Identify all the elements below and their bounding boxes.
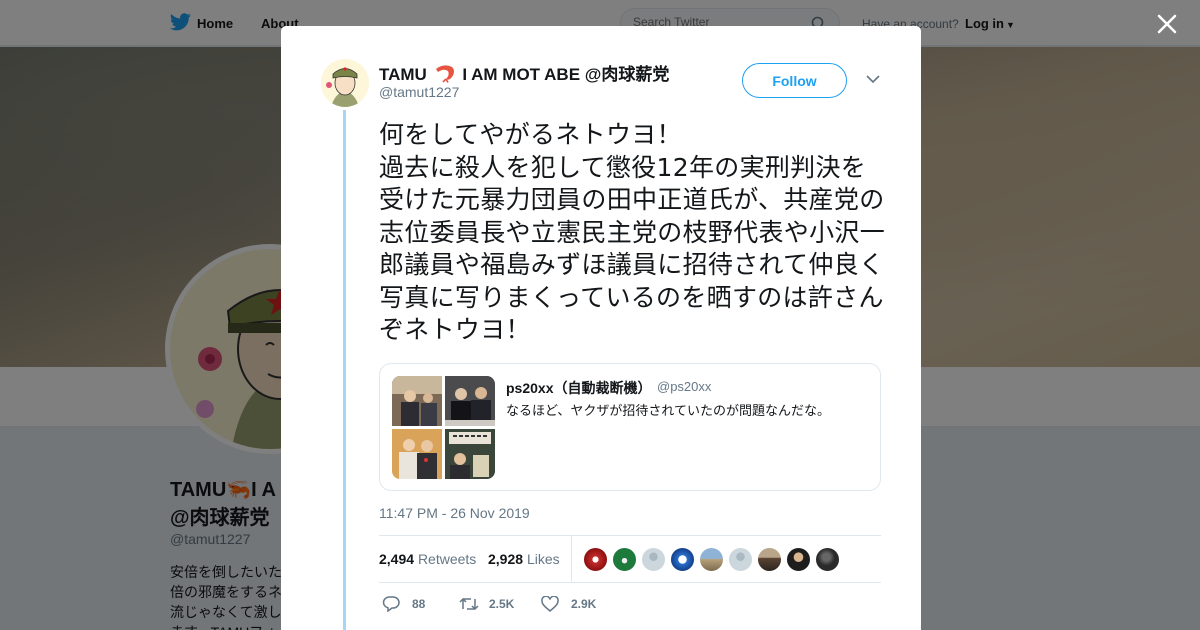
author-handle[interactable]: @tamut1227 [379, 84, 459, 100]
thread-line [343, 110, 346, 630]
avatar[interactable] [786, 547, 811, 572]
quoted-tweet-media[interactable] [392, 376, 495, 479]
likes-label[interactable]: Likes [527, 551, 560, 567]
stats-divider [571, 536, 572, 582]
avatar[interactable] [757, 547, 782, 572]
shrimp-icon [435, 65, 454, 83]
author-name-suffix[interactable]: I AM MOT ABE @肉球薪党 [462, 65, 669, 84]
tweet-modal: TAMU I AM MOT ABE @肉球薪党 @tamut1227 Follo… [281, 26, 921, 630]
author-avatar-illustration [321, 59, 369, 107]
avatar[interactable] [583, 547, 608, 572]
avatar[interactable] [641, 547, 666, 572]
likes-count[interactable]: 2,928 [488, 551, 523, 567]
likes-stat[interactable]: 2,928 Likes [488, 551, 560, 567]
author-name-prefix[interactable]: TAMU [379, 65, 427, 84]
quoted-author-name[interactable]: ps20xx（自動裁断機） [506, 378, 651, 398]
retweet-icon [459, 597, 479, 611]
like-count[interactable]: 2.9K [571, 597, 596, 611]
author-name[interactable]: TAMU I AM MOT ABE @肉球薪党 [379, 60, 669, 85]
tweet-text: 何をしてやがるネトウヨ！ 過去に殺人を犯して懲役12年の実刑判決を受けた元暴力団… [379, 120, 886, 344]
avatar[interactable] [728, 547, 753, 572]
quoted-author-handle[interactable]: @ps20xx [657, 379, 711, 394]
tweet-stats: 2,494 Retweets 2,928 Likes [379, 535, 881, 583]
avatar[interactable] [815, 547, 840, 572]
tweet-actions: 88 2.5K 2.9K [379, 594, 779, 618]
heart-icon [541, 596, 559, 612]
avatar[interactable] [670, 547, 695, 572]
avatar[interactable] [612, 547, 637, 572]
reply-count[interactable]: 88 [412, 597, 425, 611]
chevron-down-icon[interactable] [866, 74, 880, 84]
quoted-tweet-text: なるほど、ヤクザが招待されていたのが問題なんだな。 [506, 404, 830, 419]
retweet-count[interactable]: 2.5K [489, 597, 514, 611]
avatar[interactable] [699, 547, 724, 572]
tweet-timestamp[interactable]: 11:47 PM - 26 Nov 2019 [379, 505, 530, 521]
retweets-label[interactable]: Retweets [418, 551, 476, 567]
close-icon[interactable] [1155, 12, 1179, 36]
retweets-count[interactable]: 2,494 [379, 551, 414, 567]
author-avatar[interactable] [321, 59, 369, 107]
photo-thumbnail [392, 376, 442, 426]
retweets-stat[interactable]: 2,494 Retweets [379, 551, 476, 567]
photo-thumbnail [445, 429, 495, 479]
photo-thumbnail [445, 376, 495, 426]
photo-thumbnail [392, 429, 442, 479]
quoted-tweet[interactable]: ps20xx（自動裁断機） @ps20xx なるほど、ヤクザが招待されていたのが… [379, 363, 881, 491]
reply-icon [382, 596, 400, 612]
follow-button[interactable]: Follow [742, 63, 847, 98]
